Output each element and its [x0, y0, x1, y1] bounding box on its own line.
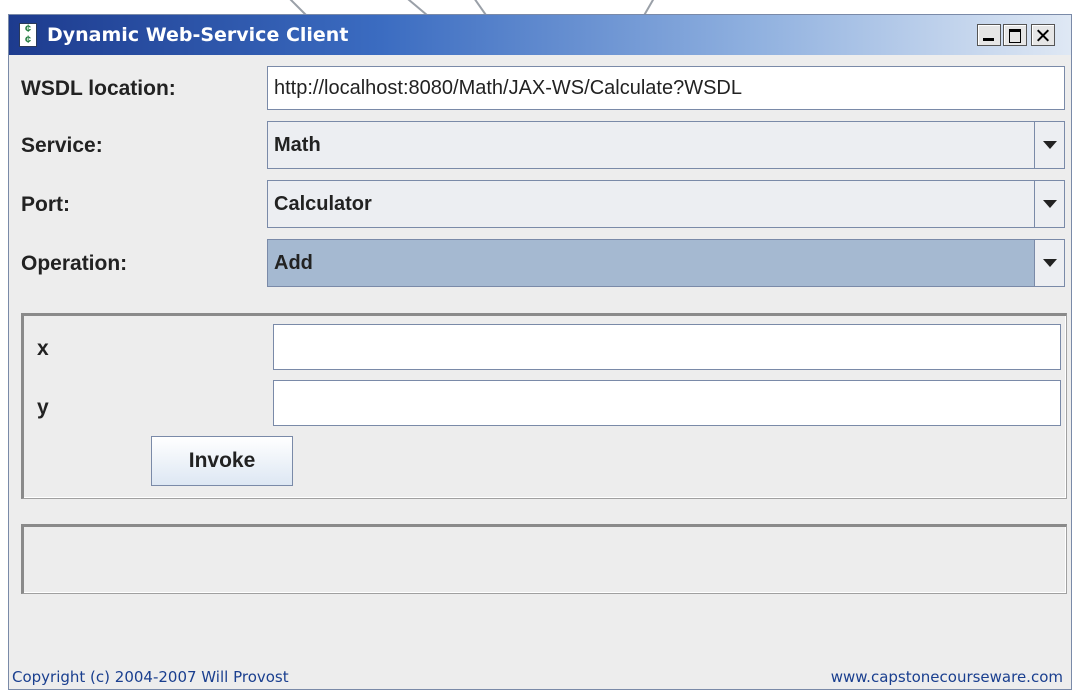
- wsdl-location-label: WSDL location:: [21, 77, 176, 100]
- window-title: Dynamic Web-Service Client: [47, 24, 349, 46]
- operation-select[interactable]: Add: [267, 239, 1065, 287]
- service-selected-value: Math: [274, 133, 321, 156]
- service-select[interactable]: Math: [267, 121, 1065, 169]
- app-window: ¢ ¢ Dynamic Web-Service Client WSDL locat…: [8, 14, 1072, 690]
- param-y-label: y: [37, 396, 49, 419]
- service-label: Service:: [21, 134, 103, 157]
- operation-label: Operation:: [21, 252, 128, 275]
- param-y-input[interactable]: [273, 380, 1061, 426]
- param-x-input[interactable]: [273, 324, 1061, 370]
- close-button[interactable]: [1031, 24, 1055, 46]
- port-select[interactable]: Calculator: [267, 180, 1065, 228]
- port-label: Port:: [21, 193, 70, 216]
- invoke-button[interactable]: Invoke: [151, 436, 293, 486]
- chevron-down-icon[interactable]: [1034, 240, 1064, 286]
- app-icon: ¢ ¢: [19, 23, 37, 47]
- maximize-button[interactable]: [1003, 24, 1027, 46]
- chevron-down-icon[interactable]: [1034, 122, 1064, 168]
- operation-selected-value: Add: [274, 251, 313, 274]
- minimize-button[interactable]: [977, 24, 1001, 46]
- param-x-label: x: [37, 337, 49, 360]
- wsdl-location-input[interactable]: http://localhost:8080/Math/JAX-WS/Calcul…: [267, 66, 1065, 110]
- copyright-text: Copyright (c) 2004-2007 Will Provost: [12, 668, 289, 686]
- website-link[interactable]: www.capstonecourseware.com: [831, 668, 1063, 686]
- title-bar[interactable]: ¢ ¢ Dynamic Web-Service Client: [9, 15, 1071, 55]
- chevron-down-icon[interactable]: [1034, 181, 1064, 227]
- port-selected-value: Calculator: [274, 192, 372, 215]
- result-output: [21, 524, 1067, 594]
